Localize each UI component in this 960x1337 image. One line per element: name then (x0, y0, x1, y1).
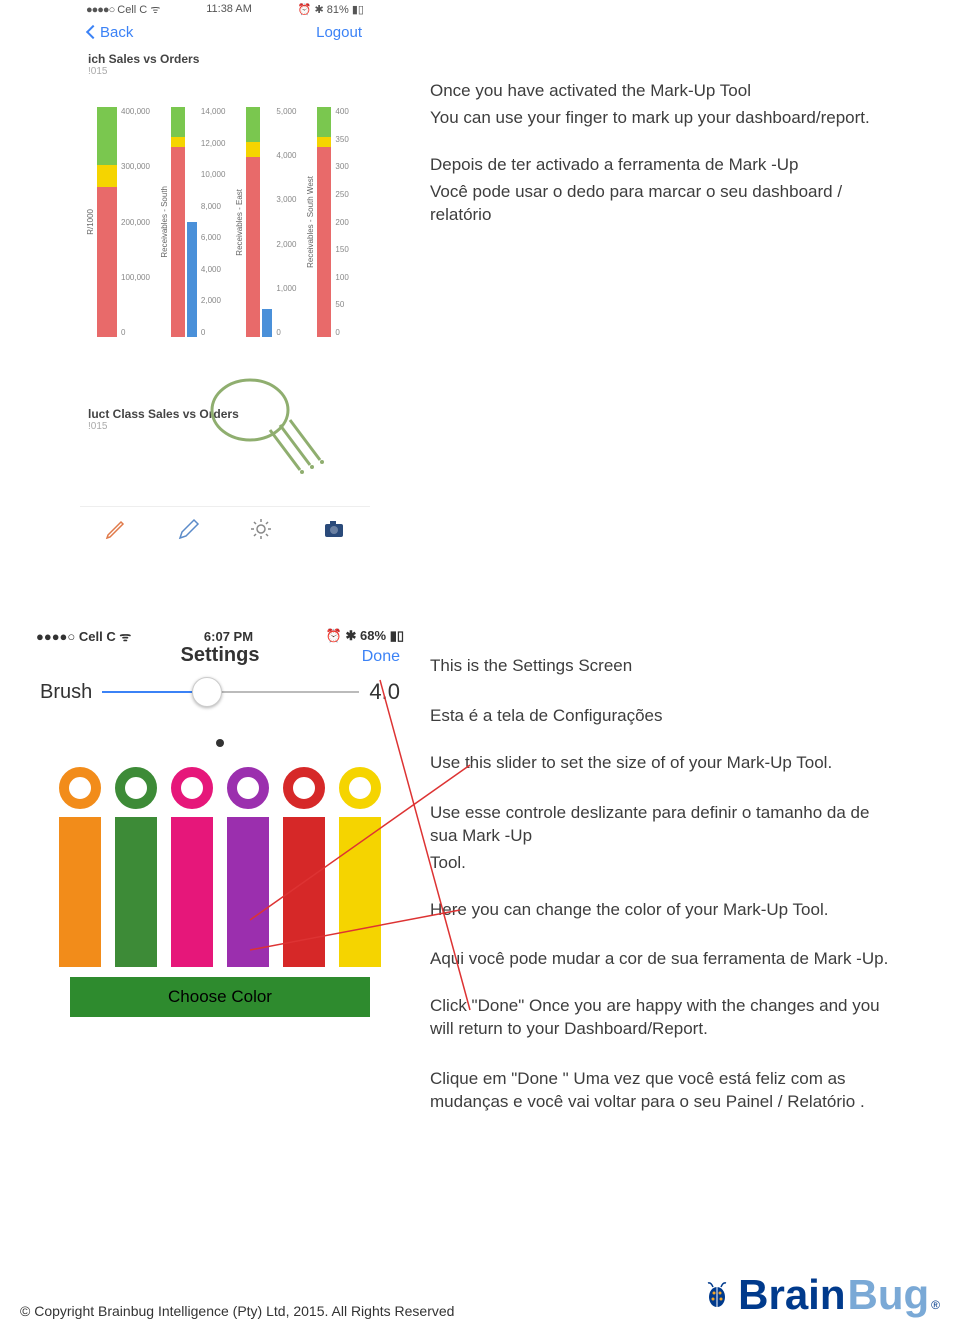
brush-preview-dot (216, 739, 224, 747)
chevron-left-icon (86, 25, 100, 39)
color-pillar-green[interactable] (115, 817, 157, 967)
logout-button[interactable]: Logout (316, 24, 362, 41)
slider-thumb[interactable] (192, 677, 222, 707)
instruction-settings: This is the Settings Screen Esta é a tel… (430, 655, 900, 728)
axis-label: Receivables - South West (306, 176, 315, 268)
status-bar: ●●●●○ Cell C ᯤ 11:38 AM ⏰ ✱ 81% ▮▯ (80, 0, 370, 18)
phone-screenshot-markup: ●●●●○ Cell C ᯤ 11:38 AM ⏰ ✱ 81% ▮▯ Back … (80, 0, 370, 556)
brush-value: 4.0 (369, 679, 400, 705)
brainbug-logo: BrainBug® (702, 1271, 940, 1319)
instruction-done: Click "Done" Once you are happy with the… (430, 995, 900, 1114)
pen-icon[interactable] (104, 517, 128, 546)
highlighter-icon[interactable] (177, 517, 201, 546)
axis-label: R/1000 (86, 209, 95, 235)
instruction-block-1-pt: Depois de ter activado a ferramenta de M… (430, 154, 900, 227)
choose-color-button[interactable]: Choose Color (70, 977, 370, 1017)
gear-icon[interactable] (249, 517, 273, 546)
status-bar-2: ●●●●○ Cell C ᯤ 6:07 PM ⏰ ✱ 68% ▮▯ (30, 626, 410, 646)
brush-slider-row: Brush 4.0 (30, 667, 410, 709)
color-ring-orange[interactable] (59, 767, 101, 809)
wifi-icon: ᯤ (150, 4, 160, 16)
copyright-text: © Copyright Brainbug Intelligence (Pty) … (20, 1303, 454, 1319)
color-ring-pink[interactable] (171, 767, 213, 809)
color-pillar-red[interactable] (283, 817, 325, 967)
markup-toolbar (80, 506, 370, 556)
chart-sub-2: !015 (80, 421, 370, 436)
chart-title-2: luct Class Sales vs Orders (80, 401, 370, 421)
chart-title-1: ich Sales vs Orders (80, 46, 370, 66)
back-button[interactable]: Back (88, 24, 133, 41)
color-ring-yellow[interactable] (339, 767, 381, 809)
bug-icon (702, 1279, 732, 1309)
color-pillar-yellow[interactable] (339, 817, 381, 967)
axis-label: Receivables - South (160, 186, 169, 258)
phone-screenshot-settings: ●●●●○ Cell C ᯤ 6:07 PM ⏰ ✱ 68% ▮▯ Settin… (30, 626, 410, 1017)
color-swatches (30, 757, 410, 971)
color-pillar-pink[interactable] (171, 817, 213, 967)
color-ring-red[interactable] (283, 767, 325, 809)
instruction-slider: Use this slider to set the size of of yo… (430, 752, 900, 875)
camera-icon[interactable] (322, 517, 346, 546)
nav-bar: Back Logout (80, 18, 370, 46)
color-ring-purple[interactable] (227, 767, 269, 809)
instruction-color: Here you can change the color of your Ma… (430, 899, 900, 972)
color-ring-green[interactable] (115, 767, 157, 809)
axis-label: Receivables - East (235, 189, 244, 256)
settings-title: Settings (30, 644, 410, 667)
color-pillar-orange[interactable] (59, 817, 101, 967)
brush-slider[interactable] (102, 691, 359, 693)
done-button[interactable]: Done (362, 648, 400, 666)
chart-sub-1: !015 (80, 66, 370, 81)
charts-row: R/1000 400,000300,000200,000100,0000 Rec… (80, 81, 370, 341)
color-pillar-purple[interactable] (227, 817, 269, 967)
instruction-block-1: Once you have activated the Mark-Up Tool… (430, 80, 900, 130)
brush-label: Brush (40, 681, 92, 704)
